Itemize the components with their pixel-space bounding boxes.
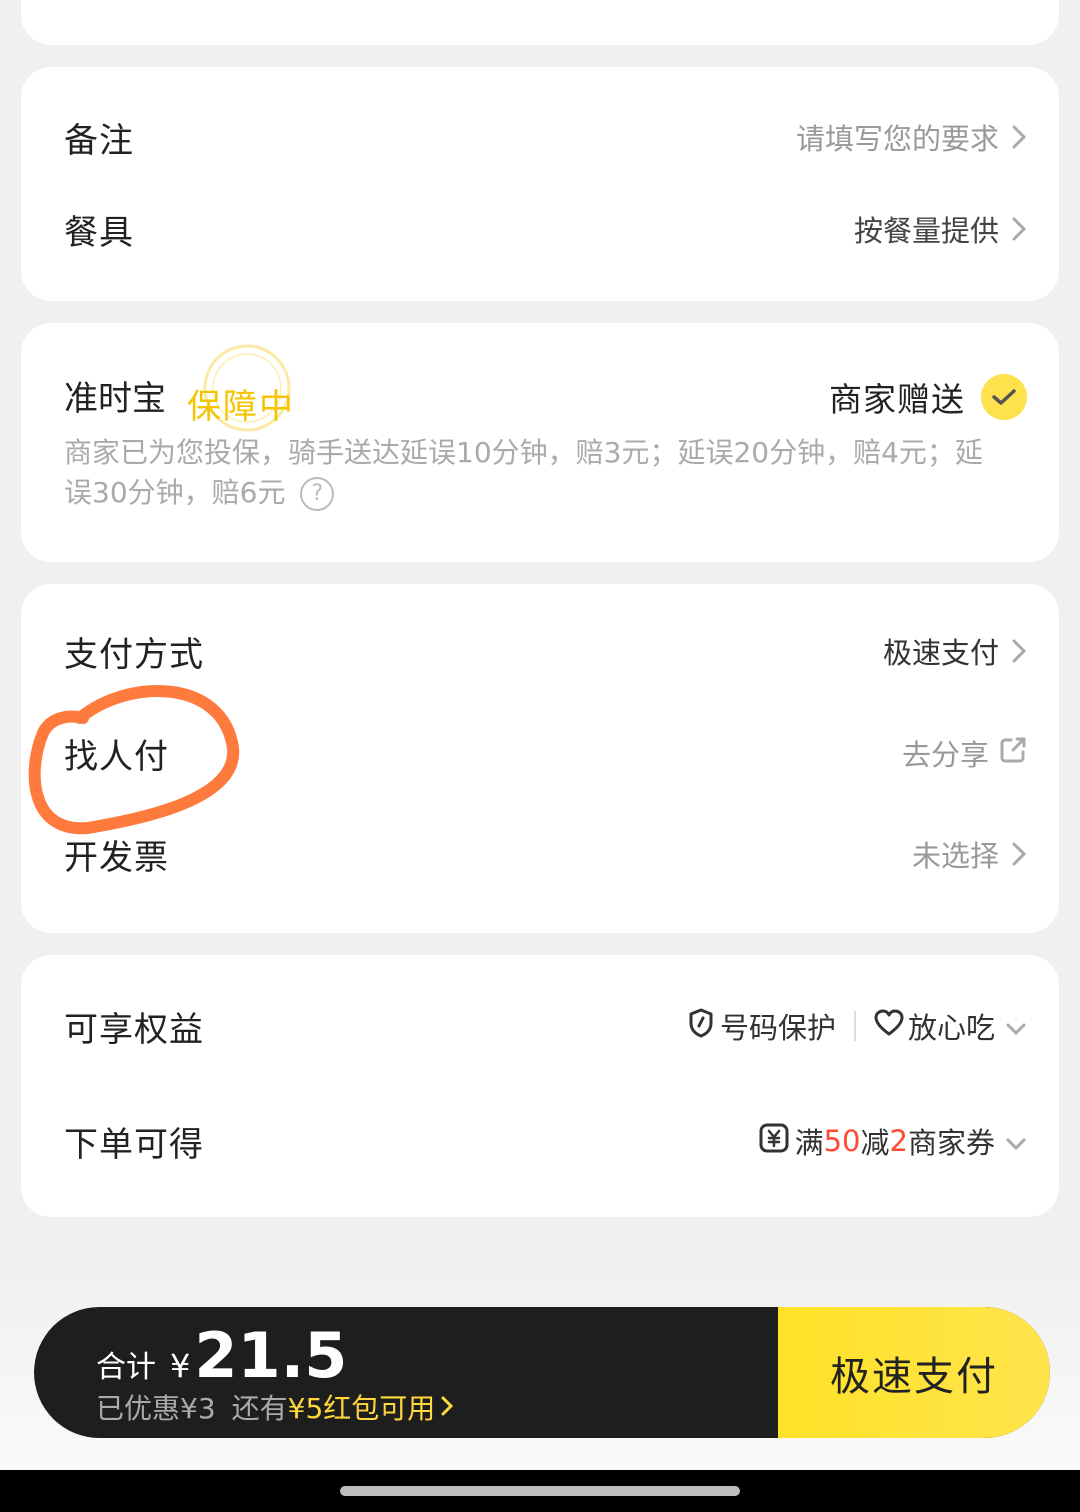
divider: [853, 1011, 856, 1041]
guarantee-description-text: 商家已为您投保，骑手送达延误10分钟，赔3元；延误20分钟，赔4元；延误30分钟…: [64, 436, 983, 509]
pay-button[interactable]: 极速支付: [778, 1307, 1050, 1438]
order-notes-card: 备注 请填写您的要求 餐具 按餐量提供: [21, 67, 1059, 301]
utensils-value-text: 按餐量提供: [853, 214, 999, 248]
discount-line[interactable]: 已优惠¥3 还有 ¥5红包可用: [96, 1387, 454, 1427]
invoice-value[interactable]: 未选择: [912, 833, 1027, 875]
safe-eat-tag: 放心吃: [907, 1011, 995, 1045]
utensils-row[interactable]: 餐具 按餐量提供: [64, 199, 1027, 259]
remarks-label: 备注: [64, 120, 134, 161]
currency-symbol: ¥: [170, 1347, 191, 1385]
yuan-coupon-icon: [759, 1123, 789, 1160]
coupon-amount: 2: [889, 1124, 908, 1158]
remarks-row[interactable]: 备注 请填写您的要求: [64, 107, 1027, 167]
remarks-placeholder: 请填写您的要求: [795, 122, 999, 156]
chevron-right-icon: [1011, 123, 1027, 151]
coupon-suffix: 商家券: [907, 1126, 995, 1160]
chevron-right-icon: [1011, 215, 1027, 243]
benefits-tags[interactable]: 号码保护 放心吃: [688, 1005, 1027, 1047]
payment-method-value-text: 极速支付: [882, 636, 999, 670]
payment-method-row[interactable]: 支付方式 极速支付: [64, 621, 1027, 681]
benefits-card: 可享权益 号码保护 放心吃 下单可得 满 50 减 2 商家券: [21, 955, 1059, 1217]
help-icon[interactable]: ?: [300, 477, 335, 511]
heart-icon: [874, 1009, 904, 1044]
coupon-threshold: 50: [823, 1124, 861, 1158]
remarks-value[interactable]: 请填写您的要求: [796, 116, 1027, 158]
chevron-down-icon: [1005, 1009, 1027, 1043]
on-time-guarantee-title: 准时宝: [64, 379, 166, 419]
chevron-right-icon: [1011, 637, 1027, 665]
redpacket-prefix: 还有: [231, 1392, 288, 1425]
order-rewards-label: 下单可得: [64, 1124, 204, 1165]
benefits-row[interactable]: 可享权益 号码保护 放心吃: [64, 996, 1027, 1056]
payment-method-value[interactable]: 极速支付: [883, 630, 1027, 672]
chevron-right-icon: [1011, 840, 1027, 868]
total-amount: 21.5: [194, 1319, 348, 1392]
redpacket-available: ¥5红包可用: [287, 1392, 436, 1425]
check-icon[interactable]: [981, 374, 1027, 420]
merchant-gift[interactable]: 商家赠送: [829, 373, 1027, 421]
number-protection-tag: 号码保护: [719, 1011, 836, 1045]
home-indicator[interactable]: [340, 1486, 740, 1496]
utensils-label: 餐具: [64, 212, 134, 253]
checkout-bar: 合计 ¥ 21.5 已优惠¥3 还有 ¥5红包可用 极速支付: [34, 1307, 1050, 1438]
chevron-down-icon: [1005, 1124, 1027, 1158]
invoice-row[interactable]: 开发票 未选择: [64, 824, 1027, 884]
benefits-label: 可享权益: [64, 1009, 204, 1050]
top-card: [21, 0, 1059, 45]
friend-pay-share-text: 去分享: [901, 738, 989, 772]
payment-card: 支付方式 极速支付 找人付 去分享 开发票 未选择: [21, 584, 1059, 933]
friend-pay-row[interactable]: 找人付 去分享: [64, 723, 1027, 783]
order-rewards-row[interactable]: 下单可得 满 50 减 2 商家券: [64, 1111, 1027, 1171]
friend-pay-label: 找人付: [64, 736, 169, 777]
coupon-reward[interactable]: 满 50 减 2 商家券: [759, 1120, 1027, 1162]
coupon-prefix: 满: [794, 1126, 824, 1160]
invoice-label: 开发票: [64, 837, 169, 878]
total-label: 合计: [96, 1350, 156, 1385]
total-line: 合计 ¥ 21.5: [96, 1319, 347, 1392]
guarantee-description: 商家已为您投保，骑手送达延误10分钟，赔3元；延误20分钟，赔4元；延误30分钟…: [64, 433, 994, 513]
coupon-mid: 减: [860, 1126, 890, 1160]
share-icon: [999, 736, 1027, 771]
chevron-right-icon: [441, 1391, 454, 1424]
on-time-guarantee-card: 准时宝 保障中 商家赠送 商家已为您投保，骑手送达延误10分钟，赔3元；延误20…: [21, 323, 1059, 562]
utensils-value[interactable]: 按餐量提供: [854, 208, 1027, 250]
payment-method-label: 支付方式: [64, 634, 204, 675]
friend-pay-share[interactable]: 去分享: [902, 732, 1027, 774]
guarantee-status: 保障中: [187, 387, 295, 427]
merchant-gift-label: 商家赠送: [829, 380, 965, 419]
saved-amount: 已优惠¥3: [96, 1392, 216, 1425]
invoice-value-text: 未选择: [911, 839, 999, 873]
shield-icon: [688, 1008, 714, 1045]
